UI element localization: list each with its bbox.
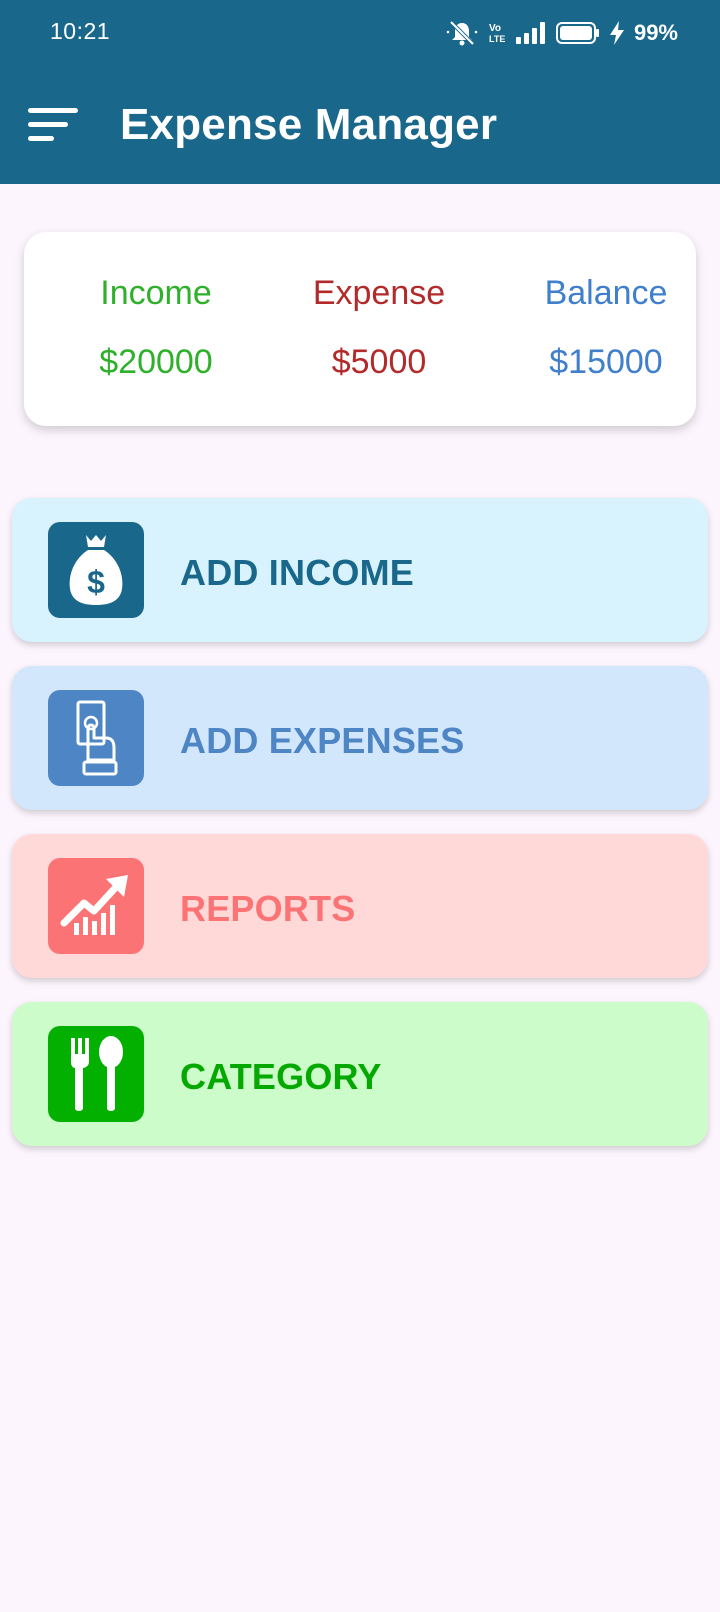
add-expenses-button[interactable]: ADD EXPENSES xyxy=(12,666,708,810)
category-label: CATEGORY xyxy=(180,1056,382,1097)
expense-summary: Expense $5000 xyxy=(269,274,489,382)
balance-summary: Balance $15000 xyxy=(496,274,716,382)
app-bar: Expense Manager xyxy=(0,64,720,184)
expense-value: $5000 xyxy=(331,343,427,381)
svg-text:$: $ xyxy=(87,564,105,600)
income-label: Income xyxy=(100,274,212,312)
summary-card: Income $20000 Expense $5000 Balance $150… xyxy=(24,232,696,426)
signal-icon xyxy=(515,22,545,44)
income-summary: Income $20000 xyxy=(46,274,266,382)
app-title: Expense Manager xyxy=(120,100,498,149)
reports-button[interactable]: REPORTS xyxy=(12,834,708,978)
battery-icon xyxy=(555,22,599,44)
status-time: 10:21 xyxy=(50,18,111,44)
status-icons: Vo LTE 99% xyxy=(446,18,678,48)
hand-cash-icon xyxy=(48,690,144,786)
svg-text:Vo: Vo xyxy=(489,23,501,34)
trending-chart-icon xyxy=(48,858,144,954)
money-bag-icon: $ xyxy=(48,522,144,618)
reports-label: REPORTS xyxy=(180,888,356,929)
category-button[interactable]: CATEGORY xyxy=(12,1002,708,1146)
add-income-label: ADD INCOME xyxy=(180,552,414,593)
volte-icon: Vo LTE xyxy=(489,23,505,44)
status-bar: 10:21 Vo LTE 99% xyxy=(0,0,720,64)
charging-icon xyxy=(609,21,624,45)
expense-label: Expense xyxy=(312,274,446,312)
balance-label: Balance xyxy=(544,274,668,312)
hamburger-menu-icon[interactable] xyxy=(22,96,84,152)
add-income-button[interactable]: $ ADD INCOME xyxy=(12,498,708,642)
income-value: $20000 xyxy=(99,343,213,381)
balance-value: $15000 xyxy=(549,343,663,381)
add-expenses-label: ADD EXPENSES xyxy=(180,720,465,761)
fork-spoon-icon xyxy=(48,1026,144,1122)
battery-percent: 99% xyxy=(633,20,678,45)
mute-icon xyxy=(446,20,478,46)
svg-text:LTE: LTE xyxy=(489,34,505,44)
